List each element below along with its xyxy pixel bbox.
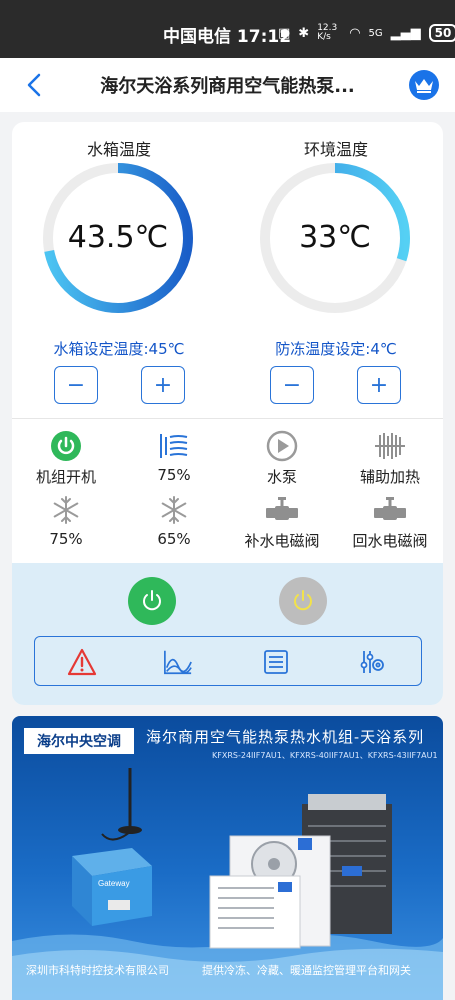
- banner-footer-company: 深圳市科特时控技术有限公司: [26, 964, 169, 977]
- document-list-icon: [264, 650, 288, 674]
- power-icon: [294, 590, 312, 611]
- status-fan: 75%: [124, 430, 224, 484]
- antifreeze-decrease-button[interactable]: −: [270, 366, 314, 404]
- status-label: 75%: [157, 466, 191, 484]
- device-card: 水箱温度 43.5℃ 环境温度 33℃ 水箱设定温度:45℃ 防冻温度设定:4℃…: [12, 122, 443, 705]
- fan-bars-icon: [157, 430, 191, 462]
- control-panel: [12, 563, 443, 705]
- heat-pump-small-icon: [209, 875, 301, 949]
- pump-play-icon: [265, 430, 299, 462]
- function-toolbar: [34, 636, 422, 686]
- list-button[interactable]: [261, 647, 291, 677]
- alarm-button[interactable]: [67, 647, 97, 677]
- tank-temp-increase-button[interactable]: +: [141, 366, 185, 404]
- status-pump: 水泵: [232, 430, 332, 487]
- wifi-icon: ◠: [349, 25, 361, 41]
- tank-temp-title: 水箱温度: [86, 140, 151, 159]
- promo-banner[interactable]: 海尔中央空调 海尔商用空气能热泵热水机组-天浴系列 KFXRS-24IIF7AU…: [12, 716, 443, 1000]
- status-label: 75%: [49, 530, 83, 548]
- svg-text:Gateway: Gateway: [98, 879, 130, 888]
- tank-set-temp: 水箱设定温度:45℃: [53, 340, 185, 358]
- valve-icon: [373, 494, 407, 526]
- status-label: 补水电磁阀: [244, 532, 320, 550]
- status-label: 机组开机: [35, 468, 96, 486]
- banner-footer-slogan: 提供冷冻、冷藏、暖通监控管理平台和网关: [202, 964, 411, 977]
- antifreeze-set-temp: 防冻温度设定:4℃: [275, 340, 397, 358]
- nfc-icon: ▣: [278, 25, 291, 41]
- status-label: 辅助加热: [359, 468, 420, 486]
- tank-temp-value: 43.5℃: [67, 220, 169, 255]
- bluetooth-icon: ✱: [298, 25, 310, 41]
- status-return-valve: 回水电磁阀: [340, 494, 440, 551]
- status-label: 水泵: [266, 468, 297, 486]
- settings-button[interactable]: [357, 647, 387, 677]
- ambient-temp-value: 33℃: [299, 220, 371, 255]
- status-defrost-2: 65%: [124, 494, 224, 548]
- page-title: 海尔天浴系列商用空气能热泵...: [100, 76, 355, 97]
- gateway-device-icon: Gateway: [72, 848, 152, 926]
- signal-icon: ▂▄▆: [390, 25, 421, 41]
- power-on-button[interactable]: [128, 577, 176, 625]
- status-fill-valve: 补水电磁阀: [232, 494, 332, 551]
- nav-bar: 海尔天浴系列商用空气能热泵...: [0, 58, 455, 112]
- sliders-settings-icon: [360, 651, 384, 673]
- snowflake-icon: [49, 494, 83, 526]
- crown-icon: [415, 79, 433, 93]
- status-label: 65%: [157, 530, 191, 548]
- warning-icon: [67, 648, 97, 676]
- product-illustration: Gateway: [12, 768, 443, 1000]
- chevron-left-icon: [27, 73, 41, 97]
- status-bar: 中国电信 17:12 ▣ ✱ 12.3 K/s ◠ 5G ▂▄▆ 50: [0, 0, 455, 58]
- back-button[interactable]: [22, 72, 48, 98]
- tank-temp-decrease-button[interactable]: −: [54, 366, 98, 404]
- power-on-icon: [49, 430, 83, 462]
- status-label: 回水电磁阀: [352, 532, 428, 550]
- status-aux-heat: 辅助加热: [340, 430, 440, 487]
- status-icons: ▣ ✱ 12.3 K/s ◠ 5G ▂▄▆ 50: [278, 24, 455, 42]
- antifreeze-increase-button[interactable]: +: [357, 366, 401, 404]
- chart-button[interactable]: [163, 647, 193, 677]
- valve-icon: [265, 494, 299, 526]
- status-unit-on: 机组开机: [16, 430, 116, 487]
- power-icon: [143, 590, 161, 611]
- carrier-time: 中国电信 17:12: [163, 27, 292, 47]
- signal-label: 5G: [368, 27, 383, 39]
- snowflake-icon: [157, 494, 191, 526]
- heater-icon: [373, 430, 407, 462]
- vip-crown-button[interactable]: [409, 70, 439, 100]
- ambient-temp-title: 环境温度: [303, 140, 368, 159]
- battery-indicator: 50: [428, 24, 455, 42]
- divider: [12, 418, 443, 419]
- net-speed: 12.3 K/s: [317, 23, 338, 42]
- power-off-button[interactable]: [279, 577, 327, 625]
- status-defrost-1: 75%: [16, 494, 116, 548]
- line-chart-icon: [164, 650, 192, 675]
